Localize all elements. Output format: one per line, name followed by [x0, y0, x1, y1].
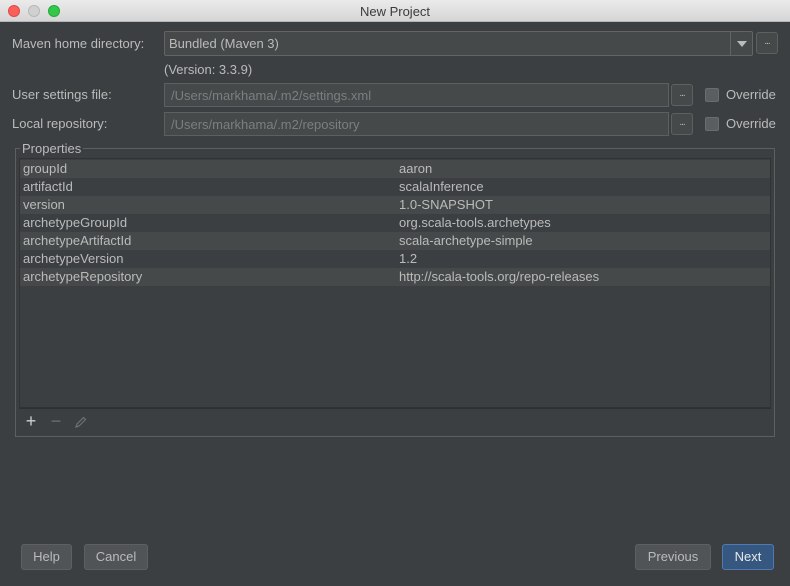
- user-settings-label: User settings file:: [12, 87, 112, 102]
- user-settings-override-label[interactable]: Override: [726, 87, 776, 102]
- property-key: archetypeRepository: [23, 269, 143, 284]
- property-key: version: [23, 197, 65, 212]
- maven-home-value: Bundled (Maven 3): [169, 36, 279, 51]
- minus-icon[interactable]: −: [46, 412, 66, 432]
- table-row[interactable]: version 1.0-SNAPSHOT: [20, 196, 770, 214]
- properties-toolbar: + −: [19, 408, 771, 433]
- maven-home-select[interactable]: Bundled (Maven 3): [164, 31, 753, 56]
- property-value[interactable]: scala-archetype-simple: [399, 233, 533, 248]
- maven-home-label: Maven home directory:: [12, 36, 145, 51]
- table-row[interactable]: artifactId scalaInference: [20, 178, 770, 196]
- property-key: groupId: [23, 161, 68, 176]
- maven-version-text: (Version: 3.3.9): [164, 62, 253, 77]
- next-button[interactable]: Next: [722, 544, 774, 570]
- table-row[interactable]: archetypeRepository http://scala-tools.o…: [20, 268, 770, 286]
- property-value[interactable]: 1.0-SNAPSHOT: [399, 197, 493, 212]
- table-row[interactable]: archetypeVersion 1.2: [20, 250, 770, 268]
- property-key: archetypeVersion: [23, 251, 124, 266]
- pencil-icon[interactable]: [71, 412, 91, 432]
- help-button[interactable]: Help: [21, 544, 72, 570]
- table-row[interactable]: archetypeGroupId org.scala-tools.archety…: [20, 214, 770, 232]
- previous-button[interactable]: Previous: [635, 544, 711, 570]
- chevron-down-icon[interactable]: [730, 32, 752, 55]
- properties-title: Properties: [20, 141, 84, 156]
- property-value[interactable]: http://scala-tools.org/repo-releases: [399, 269, 599, 284]
- property-value[interactable]: aaron: [399, 161, 432, 176]
- property-key: archetypeArtifactId: [23, 233, 132, 248]
- cancel-button[interactable]: Cancel: [84, 544, 148, 570]
- local-repository-label: Local repository:: [12, 116, 108, 131]
- property-value[interactable]: 1.2: [399, 251, 417, 266]
- property-value[interactable]: org.scala-tools.archetypes: [399, 215, 551, 230]
- plus-icon[interactable]: +: [21, 412, 41, 432]
- local-repository-field[interactable]: /Users/markhama/.m2/repository: [164, 112, 669, 136]
- user-settings-field[interactable]: /Users/markhama/.m2/settings.xml: [164, 83, 669, 107]
- property-value[interactable]: scalaInference: [399, 179, 484, 194]
- table-row[interactable]: archetypeArtifactId scala-archetype-simp…: [20, 232, 770, 250]
- local-repository-override-checkbox[interactable]: [705, 117, 719, 131]
- property-key: artifactId: [23, 179, 73, 194]
- local-repository-override-label[interactable]: Override: [726, 116, 776, 131]
- properties-table: groupId aaron artifactId scalaInference …: [19, 158, 771, 408]
- user-settings-override-checkbox[interactable]: [705, 88, 719, 102]
- title-bar: New Project: [0, 0, 790, 22]
- user-settings-browse-button[interactable]: ...: [671, 84, 693, 106]
- table-row[interactable]: groupId aaron: [20, 160, 770, 178]
- property-key: archetypeGroupId: [23, 215, 128, 230]
- local-repository-browse-button[interactable]: ...: [671, 113, 693, 135]
- window-title: New Project: [359, 4, 431, 19]
- maven-home-browse-button[interactable]: ...: [756, 32, 778, 54]
